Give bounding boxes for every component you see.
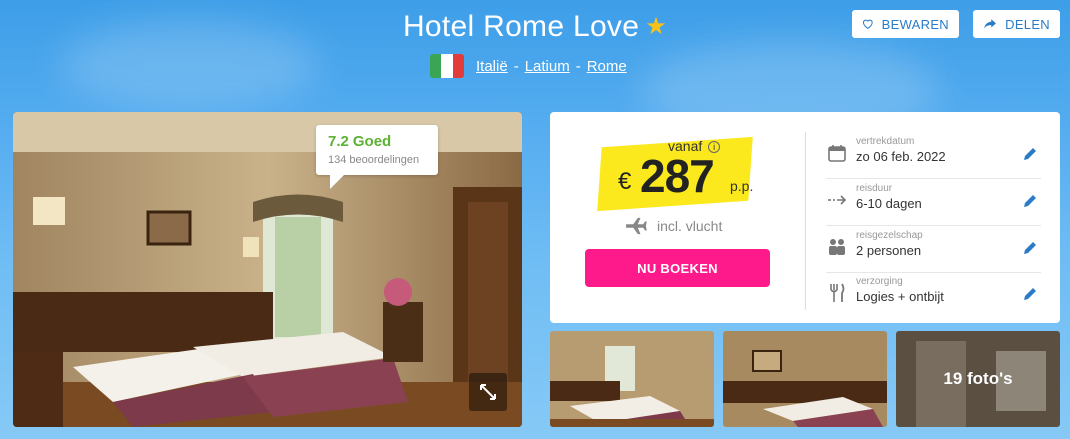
share-button[interactable]: DELEN — [973, 10, 1060, 38]
share-arrow-icon — [984, 19, 996, 29]
gallery-thumbnail[interactable] — [723, 331, 887, 427]
departure-date-value: zo 06 feb. 2022 — [856, 149, 946, 164]
calendar-icon — [826, 142, 848, 164]
row-divider — [826, 178, 1041, 179]
book-now-button[interactable]: NU BOEKEN — [585, 249, 770, 287]
breadcrumb-country-link[interactable]: Italië — [476, 58, 508, 75]
breadcrumb-separator: - — [575, 57, 581, 75]
duration-row[interactable]: reisduur 6-10 dagen — [826, 181, 1041, 227]
expand-icon — [480, 384, 496, 400]
rating-score-line: 7.2 Goed — [328, 133, 426, 150]
departure-date-row[interactable]: vertrekdatum zo 06 feb. 2022 — [826, 134, 1041, 180]
flight-included: incl. vlucht — [625, 217, 722, 235]
breadcrumb-region-link[interactable]: Latium — [525, 58, 570, 75]
italy-flag-icon — [430, 54, 464, 78]
gallery-more-photos[interactable]: 19 foto's — [896, 331, 1060, 427]
edit-pencil-icon[interactable] — [1022, 240, 1038, 256]
room-thumbnail-image — [723, 331, 887, 427]
travel-party-row[interactable]: reisgezelschap 2 personen — [826, 228, 1041, 274]
save-button[interactable]: BEWAREN — [852, 10, 959, 38]
photo-count-label: 19 foto's — [896, 331, 1060, 427]
hotel-room-illustration — [13, 112, 522, 427]
airplane-icon — [626, 217, 647, 235]
row-divider — [826, 272, 1041, 273]
price-suffix: p.p. — [730, 178, 754, 194]
expand-photo-button[interactable] — [469, 373, 507, 411]
card-divider — [805, 132, 806, 310]
hotel-name: Hotel Rome Love — [402, 10, 640, 43]
save-button-label: BEWAREN — [881, 16, 949, 32]
gallery-thumbnail[interactable] — [550, 331, 714, 427]
breadcrumb-city-link[interactable]: Rome — [587, 58, 627, 75]
price-currency: € — [618, 168, 632, 195]
board-type-value: Logies + ontbijt — [856, 289, 944, 304]
booking-card: vanaf i € 287 p.p. incl. vlucht NU BOEKE… — [550, 112, 1060, 323]
travel-party-label: reisgezelschap — [856, 230, 923, 241]
travel-party-value: 2 personen — [856, 243, 922, 258]
board-type-row[interactable]: verzorging Logies + ontbijt — [826, 274, 1041, 320]
breadcrumb-separator: - — [513, 57, 519, 75]
duration-label: reisduur — [856, 183, 893, 194]
share-button-label: DELEN — [1005, 16, 1050, 32]
price-amount: 287 — [640, 150, 715, 202]
breadcrumb: Italië - Latium - Rome — [430, 54, 627, 78]
cutlery-icon — [826, 282, 848, 304]
edit-pencil-icon[interactable] — [1022, 146, 1038, 162]
review-count[interactable]: 134 beoordelingen — [328, 154, 426, 166]
room-thumbnail-image — [550, 331, 714, 427]
duration-icon — [826, 189, 848, 211]
star-icon: ★ — [645, 13, 668, 40]
price-block: vanaf i € 287 p.p. — [597, 134, 770, 212]
flight-label: incl. vlucht — [657, 218, 723, 234]
duration-value: 6-10 dagen — [856, 196, 922, 211]
main-hotel-photo[interactable] — [13, 112, 522, 427]
people-icon — [826, 236, 848, 258]
heart-icon — [862, 19, 873, 29]
edit-pencil-icon[interactable] — [1022, 193, 1038, 209]
edit-pencil-icon[interactable] — [1022, 286, 1038, 302]
departure-date-label: vertrekdatum — [856, 136, 915, 147]
row-divider — [826, 225, 1041, 226]
rating-badge: 7.2 Goed 134 beoordelingen — [316, 125, 438, 189]
rating-score: 7.2 — [328, 133, 349, 150]
board-type-label: verzorging — [856, 276, 903, 287]
rating-label: Goed — [352, 133, 392, 150]
